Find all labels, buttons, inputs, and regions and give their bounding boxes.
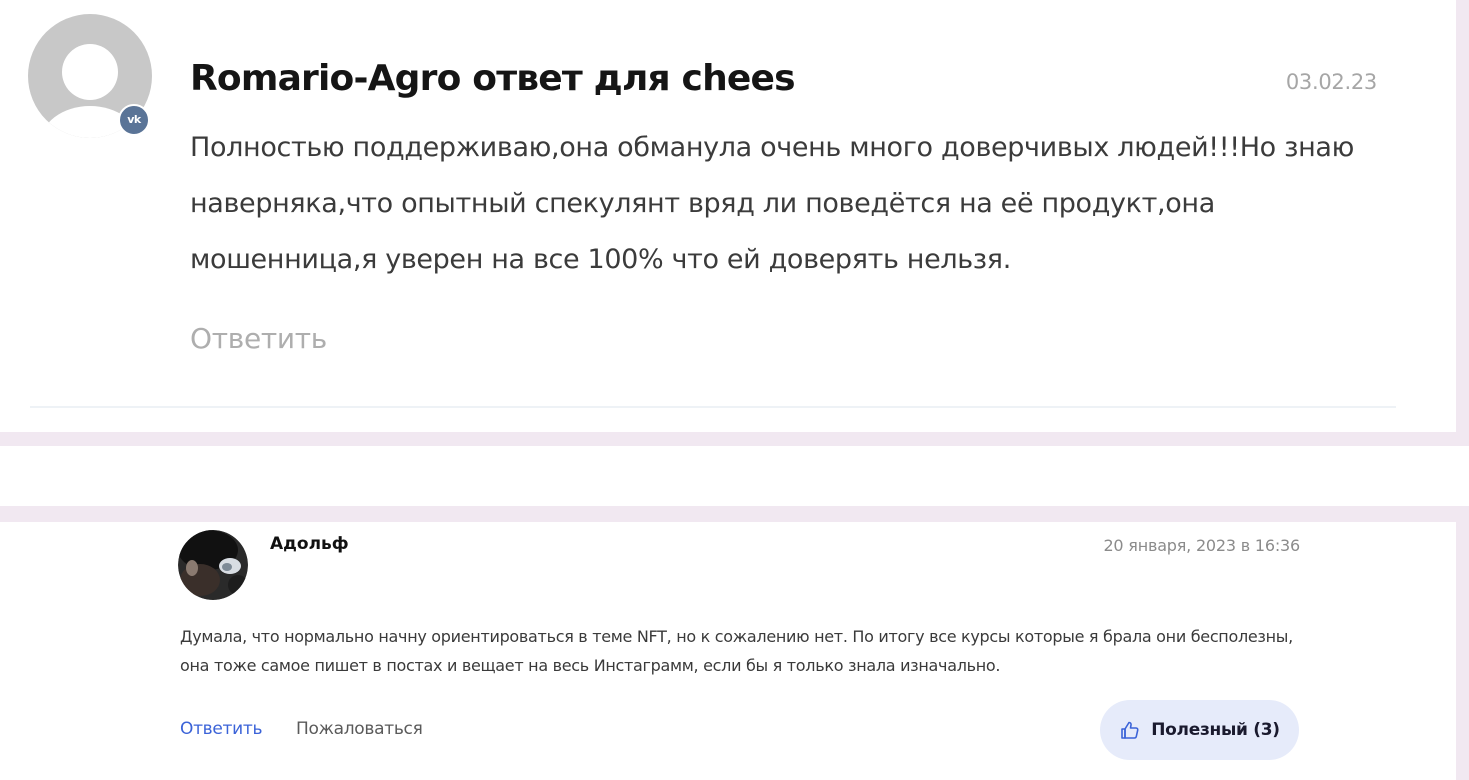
comment-title: Romario-Agro ответ для chees	[190, 58, 796, 99]
reply-button[interactable]: Ответить	[180, 719, 263, 739]
card-border	[1456, 506, 1469, 780]
card-border	[0, 432, 1469, 446]
comment-body: Полностью поддерживаю,она обманула очень…	[190, 132, 1354, 275]
card-border	[0, 506, 1469, 522]
vk-icon[interactable]: vk	[118, 104, 150, 136]
reply-button[interactable]: Ответить	[190, 322, 327, 355]
useful-button[interactable]: Полезный (3)	[1100, 700, 1299, 760]
card-border	[1456, 0, 1469, 446]
comment-author[interactable]: Адольф	[270, 534, 349, 554]
comment-date: 20 января, 2023 в 16:36	[1103, 536, 1300, 555]
user-avatar-photo[interactable]	[178, 530, 248, 600]
useful-button-label: Полезный (3)	[1151, 720, 1280, 740]
report-button[interactable]: Пожаловаться	[296, 719, 423, 739]
comment-body: Думала, что нормально начну ориентироват…	[180, 627, 1293, 675]
comments-page: vk Romario-Agro ответ для chees 03.02.23…	[0, 0, 1469, 780]
divider	[30, 406, 1396, 408]
thumbs-up-icon	[1119, 719, 1141, 741]
comment-date: 03.02.23	[1285, 70, 1377, 94]
comment-card-top: vk Romario-Agro ответ для chees 03.02.23…	[0, 0, 1456, 432]
